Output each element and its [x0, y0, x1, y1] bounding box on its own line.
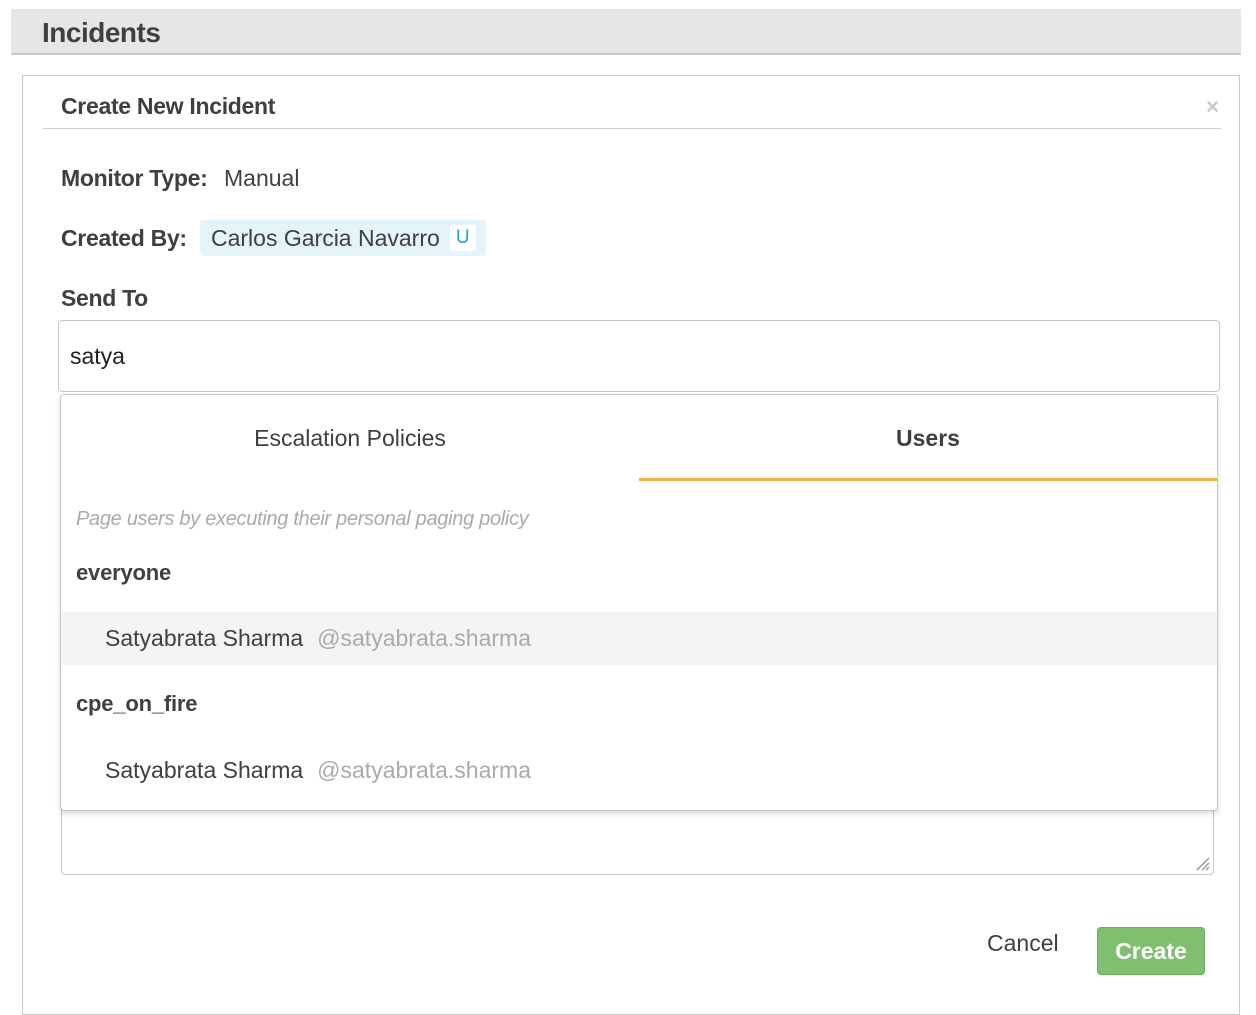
user-option[interactable]: Satyabrata Sharma @satyabrata.sharma — [61, 744, 1217, 797]
resize-handle-icon[interactable] — [1192, 853, 1210, 871]
dropdown-hint: Page users by executing their personal p… — [76, 508, 529, 530]
send-to-label: Send To — [61, 285, 148, 311]
close-icon[interactable]: × — [1206, 94, 1219, 120]
send-to-input[interactable] — [58, 320, 1220, 392]
user-option-name: Satyabrata Sharma — [105, 757, 304, 783]
tab-escalation-policies[interactable]: Escalation Policies — [61, 395, 639, 481]
page-header: Incidents — [11, 9, 1241, 55]
cancel-button[interactable]: Cancel — [987, 930, 1059, 957]
modal-title: Create New Incident — [61, 93, 276, 119]
monitor-type-label: Monitor Type: — [61, 165, 208, 191]
message-textarea[interactable] — [61, 806, 1214, 875]
user-option[interactable]: Satyabrata Sharma @satyabrata.sharma — [61, 612, 1217, 665]
group-label-cpe-on-fire: cpe_on_fire — [76, 691, 198, 716]
create-button[interactable]: Create — [1097, 927, 1205, 975]
send-to-dropdown: Escalation Policies Users Page users by … — [60, 394, 1218, 811]
created-by-label: Created By: — [61, 225, 187, 251]
modal-divider — [43, 128, 1221, 129]
page-title: Incidents — [42, 17, 161, 48]
user-option-handle: @satyabrata.sharma — [317, 757, 531, 783]
user-option-handle: @satyabrata.sharma — [317, 625, 531, 651]
active-tab-indicator — [639, 478, 1217, 481]
tab-users[interactable]: Users — [639, 395, 1217, 481]
user-option-name: Satyabrata Sharma — [105, 625, 304, 651]
created-by-name: Carlos Garcia Navarro — [211, 224, 440, 251]
group-label-everyone: everyone — [76, 560, 172, 585]
monitor-type-value: Manual — [224, 165, 300, 191]
created-by-chip: Carlos Garcia Navarro U — [200, 220, 486, 256]
user-badge: U — [449, 225, 476, 251]
create-incident-modal: Create New Incident × Monitor Type: Manu… — [22, 75, 1240, 1015]
